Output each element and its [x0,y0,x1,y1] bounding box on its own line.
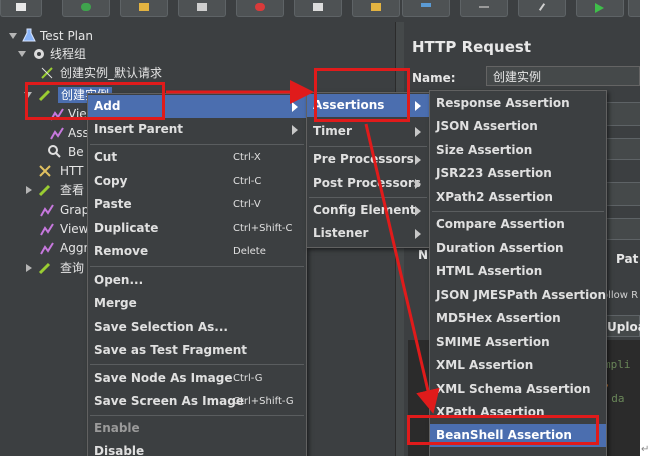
annotation-arrow [364,123,440,414]
annotation-arrows [166,80,440,414]
jmeter-window: Test Plan 线程组 创建实例_默认请求 创建实例 Vie Ass Be [0,0,640,456]
return-mark: ↵ [641,444,650,455]
